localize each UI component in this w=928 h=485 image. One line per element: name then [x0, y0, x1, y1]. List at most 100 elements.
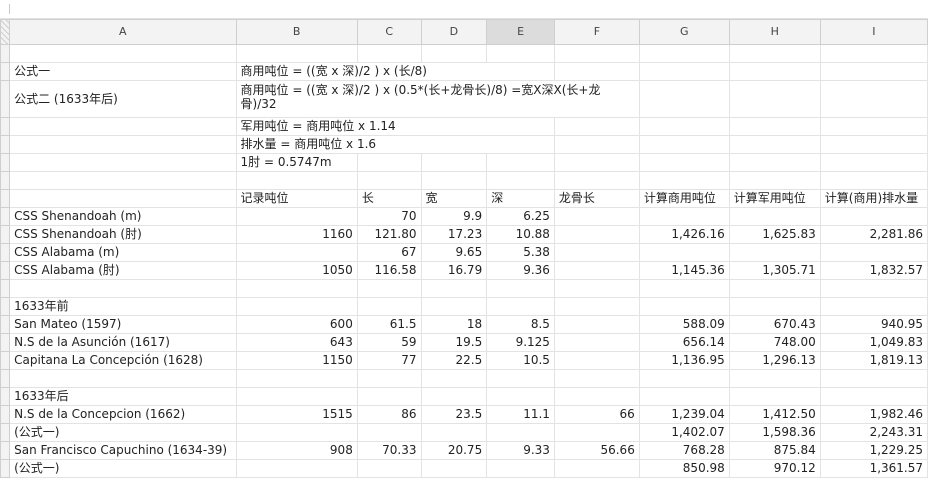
calc-commercial-cell[interactable]: 656.14	[638, 333, 730, 352]
calc-commercial-cell[interactable]: 850.98	[638, 459, 730, 478]
cell[interactable]	[553, 297, 640, 316]
cell[interactable]	[420, 153, 488, 172]
cell[interactable]	[819, 297, 928, 316]
cell[interactable]	[9, 44, 237, 63]
cell[interactable]	[819, 44, 928, 63]
calc-displacement-cell[interactable]: 940.95	[819, 315, 928, 334]
calc-military-cell[interactable]: 1,296.13	[728, 351, 821, 370]
calc-displacement-cell[interactable]: 1,982.46	[819, 405, 928, 424]
cell[interactable]	[235, 387, 358, 406]
cell[interactable]	[486, 387, 555, 406]
calc-military-cell[interactable]: 1,305.71	[728, 261, 821, 280]
cell[interactable]	[235, 369, 358, 388]
column-header-a[interactable]: A	[9, 19, 237, 45]
cell[interactable]	[420, 297, 488, 316]
cell[interactable]	[728, 297, 821, 316]
keel-cell[interactable]: 56.66	[553, 441, 640, 460]
depth-cell[interactable]: 10.88	[486, 225, 555, 244]
cell[interactable]	[235, 44, 358, 63]
length-cell[interactable]: 121.80	[356, 225, 422, 244]
ship-name[interactable]: (公式一)	[9, 459, 237, 478]
select-all-corner[interactable]	[0, 19, 11, 45]
cell[interactable]	[553, 44, 640, 63]
cell[interactable]	[638, 80, 730, 118]
length-cell[interactable]: 70.33	[356, 441, 422, 460]
length-cell[interactable]: 77	[356, 351, 422, 370]
cell[interactable]	[420, 387, 488, 406]
ship-name[interactable]: N.S de la Asunción (1617)	[9, 333, 237, 352]
width-cell[interactable]: 9.9	[420, 207, 488, 226]
recorded-tonnage[interactable]: 1160	[235, 225, 358, 244]
calc-displacement-cell[interactable]: 1,832.57	[819, 261, 928, 280]
width-cell[interactable]: 18	[420, 315, 488, 334]
displacement-formula[interactable]: 排水量 = 商用吨位 x 1.6	[235, 135, 555, 154]
calc-commercial-cell[interactable]: 1,145.36	[638, 261, 730, 280]
unit-conversion[interactable]: 1肘 = 0.5747m	[235, 153, 358, 172]
width-cell[interactable]	[420, 423, 488, 442]
cell[interactable]	[235, 297, 358, 316]
cell[interactable]	[356, 279, 422, 298]
cell[interactable]	[356, 44, 422, 63]
cell[interactable]	[819, 135, 928, 154]
calc-commercial-cell[interactable]: 588.09	[638, 315, 730, 334]
depth-cell[interactable]: 10.5	[486, 351, 555, 370]
calc-military-cell[interactable]: 875.84	[728, 441, 821, 460]
depth-cell[interactable]: 11.1	[486, 405, 555, 424]
column-header-e[interactable]: E	[486, 19, 555, 45]
cell[interactable]	[9, 171, 237, 190]
width-cell[interactable]: 9.65	[420, 243, 488, 262]
cell[interactable]	[235, 279, 358, 298]
cell[interactable]	[553, 135, 640, 154]
width-cell[interactable]	[420, 459, 488, 478]
cell[interactable]	[728, 117, 821, 136]
cell[interactable]	[356, 153, 422, 172]
cell[interactable]	[728, 135, 821, 154]
width-cell[interactable]: 17.23	[420, 225, 488, 244]
calc-military-cell[interactable]: 1,625.83	[728, 225, 821, 244]
formula1-label[interactable]: 公式一	[9, 62, 237, 81]
cell[interactable]	[420, 44, 488, 63]
cell[interactable]	[486, 153, 555, 172]
recorded-tonnage[interactable]: 1515	[235, 405, 358, 424]
keel-cell[interactable]	[553, 225, 640, 244]
cell[interactable]	[553, 279, 640, 298]
length-cell[interactable]: 67	[356, 243, 422, 262]
calc-military-cell[interactable]	[728, 207, 821, 226]
cell[interactable]	[553, 117, 640, 136]
cell[interactable]	[819, 387, 928, 406]
ship-name[interactable]: San Mateo (1597)	[9, 315, 237, 334]
keel-cell[interactable]	[553, 333, 640, 352]
length-cell[interactable]: 59	[356, 333, 422, 352]
cell[interactable]	[728, 80, 821, 118]
cell[interactable]	[420, 171, 488, 190]
cell[interactable]	[638, 62, 730, 81]
cell[interactable]	[486, 279, 555, 298]
calc-commercial-cell[interactable]: 1,136.95	[638, 351, 730, 370]
width-cell[interactable]: 16.79	[420, 261, 488, 280]
cell[interactable]	[638, 153, 730, 172]
cell[interactable]	[728, 369, 821, 388]
length-cell[interactable]: 61.5	[356, 315, 422, 334]
cell[interactable]	[553, 171, 640, 190]
header-calc-military[interactable]: 计算军用吨位	[728, 189, 821, 208]
cell[interactable]	[553, 369, 640, 388]
cell[interactable]	[420, 369, 488, 388]
recorded-tonnage[interactable]: 643	[235, 333, 358, 352]
header-depth[interactable]: 深	[486, 189, 555, 208]
cell[interactable]	[819, 171, 928, 190]
calc-military-cell[interactable]: 748.00	[728, 333, 821, 352]
ship-name[interactable]: CSS Shenandoah (m)	[9, 207, 237, 226]
depth-cell[interactable]: 9.125	[486, 333, 555, 352]
cell[interactable]	[819, 153, 928, 172]
width-cell[interactable]: 23.5	[420, 405, 488, 424]
width-cell[interactable]: 19.5	[420, 333, 488, 352]
depth-cell[interactable]	[486, 423, 555, 442]
calc-displacement-cell[interactable]	[819, 243, 928, 262]
keel-cell[interactable]	[553, 459, 640, 478]
ship-name[interactable]: CSS Alabama (肘)	[9, 261, 237, 280]
depth-cell[interactable]: 6.25	[486, 207, 555, 226]
cell[interactable]	[819, 369, 928, 388]
column-header-h[interactable]: H	[728, 19, 821, 45]
cell[interactable]	[486, 297, 555, 316]
cell[interactable]	[638, 44, 730, 63]
